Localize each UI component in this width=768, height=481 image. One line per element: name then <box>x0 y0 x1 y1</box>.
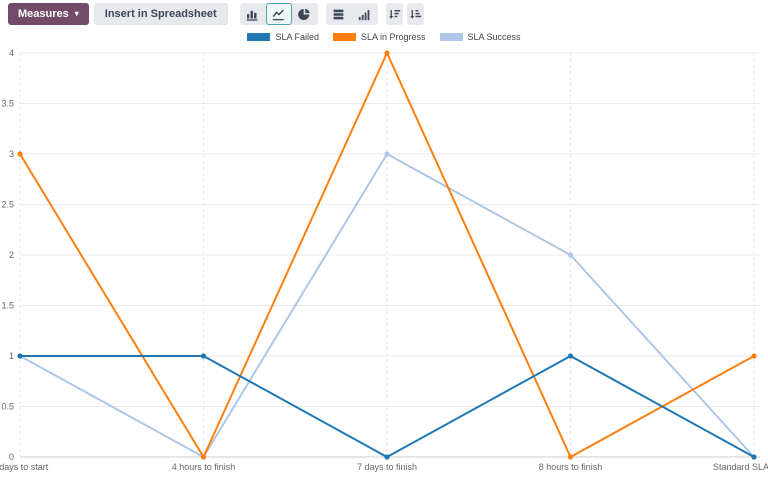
svg-text:0.5: 0.5 <box>1 402 14 412</box>
stacking-button-group <box>326 3 378 25</box>
measures-button-label: Measures <box>18 8 69 20</box>
chart-type-button-group <box>240 3 318 25</box>
sort-ascending-button[interactable] <box>407 3 424 25</box>
caret-down-icon: ▾ <box>75 10 79 18</box>
insert-in-spreadsheet-button[interactable]: Insert in Spreadsheet <box>94 3 228 25</box>
sort-descending-icon <box>388 8 401 21</box>
svg-text:2 days to start: 2 days to start <box>0 462 49 472</box>
line-chart-canvas[interactable]: 0 0.5 1 1.5 2 2.5 3 3.5 4 2 days to start 4 hours … <box>0 0 768 481</box>
ascending-bars-icon <box>358 8 371 21</box>
svg-text:8 hours to finish: 8 hours to finish <box>539 462 603 472</box>
stacked-button[interactable] <box>326 3 352 25</box>
legend-item[interactable]: SLA in Progress <box>333 32 426 42</box>
legend-label: SLA Failed <box>275 32 319 42</box>
sort-descending-button[interactable] <box>386 3 403 25</box>
insert-in-spreadsheet-label: Insert in Spreadsheet <box>105 8 217 20</box>
sort-button-group <box>386 3 424 25</box>
toolbar: Measures ▾ Insert in Spreadsheet <box>0 0 768 28</box>
svg-text:3: 3 <box>9 149 14 159</box>
svg-text:Standard SLA: Standard SLA <box>713 462 768 472</box>
svg-text:7 days to finish: 7 days to finish <box>357 462 417 472</box>
svg-text:2.5: 2.5 <box>1 200 14 210</box>
legend-swatch <box>247 33 270 41</box>
line-chart-button[interactable] <box>266 3 292 25</box>
bar-chart-icon <box>246 8 259 21</box>
legend-label: SLA in Progress <box>361 32 426 42</box>
svg-text:3.5: 3.5 <box>1 99 14 109</box>
svg-text:2: 2 <box>9 250 14 260</box>
pie-chart-icon <box>298 8 311 21</box>
bar-chart-button[interactable] <box>240 3 266 25</box>
legend-label: SLA Success <box>468 32 521 42</box>
pie-chart-button[interactable] <box>292 3 318 25</box>
legend-swatch <box>333 33 356 41</box>
svg-text:4: 4 <box>9 48 14 58</box>
chart-legend: SLA Failed SLA in Progress SLA Success <box>0 32 768 42</box>
line-chart-icon <box>272 8 285 21</box>
legend-swatch <box>440 33 463 41</box>
cumulative-button[interactable] <box>352 3 378 25</box>
legend-item[interactable]: SLA Failed <box>247 32 319 42</box>
measures-button[interactable]: Measures ▾ <box>8 3 89 25</box>
stacked-icon <box>332 8 345 21</box>
svg-text:0: 0 <box>9 452 14 462</box>
svg-text:1: 1 <box>9 351 14 361</box>
legend-item[interactable]: SLA Success <box>440 32 521 42</box>
svg-text:4 hours to finish: 4 hours to finish <box>172 462 236 472</box>
svg-text:1.5: 1.5 <box>1 301 14 311</box>
sort-ascending-icon <box>409 8 422 21</box>
